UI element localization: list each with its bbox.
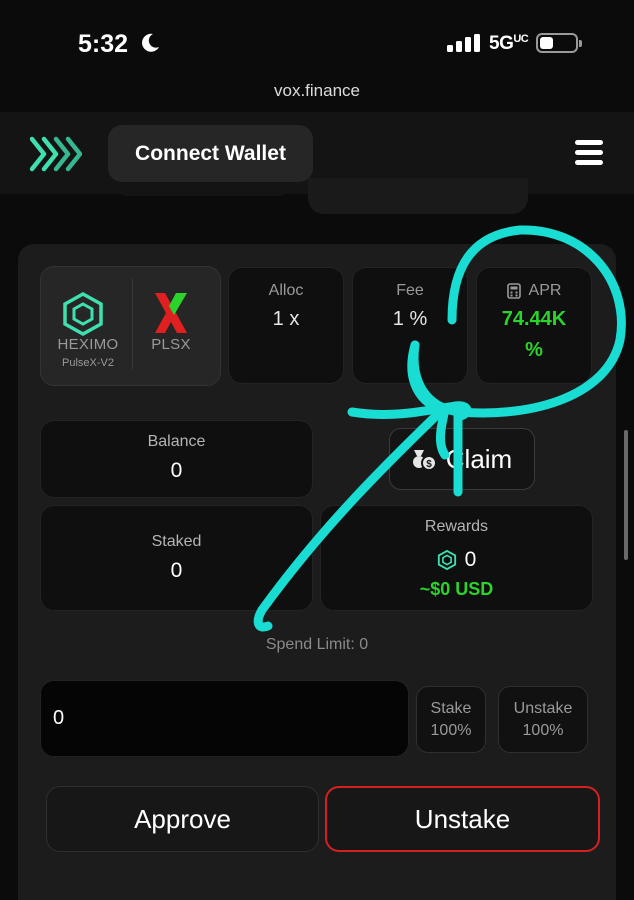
stake-100-button[interactable]: Stake 100% — [416, 686, 486, 753]
alloc-value: 1 x — [272, 308, 300, 330]
rewards-value: 0 — [464, 548, 477, 571]
balance-value: 0 — [170, 459, 183, 482]
signal-icon — [447, 34, 480, 52]
staked-label: Staked — [151, 533, 202, 550]
status-time: 5:32 — [78, 30, 129, 58]
apr-card[interactable]: APR 74.44K % — [476, 267, 592, 384]
alloc-label: Alloc — [268, 282, 304, 299]
token1-label: HEXIMO — [57, 336, 119, 353]
fee-card: Fee 1 % — [352, 267, 468, 384]
staked-card: Staked 0 — [40, 505, 313, 611]
apr-label: APR — [528, 282, 562, 299]
apr-value: 74.44K — [501, 308, 567, 330]
moon-icon — [142, 33, 159, 52]
hamburger-menu-icon[interactable] — [575, 140, 603, 166]
rewards-usd: ~$0 USD — [419, 579, 494, 599]
alloc-card: Alloc 1 x — [228, 267, 344, 384]
unstake-100-button[interactable]: Unstake 100% — [498, 686, 588, 753]
heximo-token-icon — [63, 292, 103, 336]
plsx-token-icon — [155, 293, 187, 333]
scrollbar[interactable] — [624, 430, 628, 560]
apr-percent: % — [525, 339, 543, 361]
spend-limit: Spend Limit: 0 — [265, 636, 369, 653]
fee-label: Fee — [396, 282, 424, 299]
rewards-card: Rewards 0 ~$0 USD — [320, 505, 593, 611]
unstake-button[interactable]: Unstake — [325, 786, 600, 852]
approve-button[interactable]: Approve — [46, 786, 319, 852]
token-pair-card: HEXIMO PulseX-V2 PLSX — [40, 266, 221, 386]
rewards-label: Rewards — [424, 518, 489, 535]
fee-value: 1 % — [392, 308, 428, 330]
claim-button[interactable]: $ Claim — [389, 428, 535, 490]
calculator-icon[interactable] — [506, 283, 521, 299]
balance-card: Balance 0 — [40, 420, 313, 498]
pair-divider — [132, 279, 133, 369]
balance-label: Balance — [147, 433, 206, 450]
staked-value: 0 — [170, 559, 183, 582]
svg-text:$: $ — [426, 459, 432, 470]
coins-icon: $ — [412, 450, 437, 471]
heximo-token-icon — [437, 550, 456, 570]
vox-logo-icon[interactable] — [30, 136, 82, 172]
amount-input[interactable] — [40, 680, 409, 757]
background-card — [308, 178, 528, 214]
address-bar[interactable]: vox.finance — [0, 81, 634, 101]
token2-label: PLSX — [151, 336, 191, 353]
claim-label: Claim — [445, 443, 513, 474]
token1-dex-label: PulseX-V2 — [62, 357, 114, 369]
battery-icon — [536, 33, 582, 53]
network-type: 5GUC — [489, 33, 529, 54]
connect-wallet-button[interactable]: Connect Wallet — [108, 125, 313, 182]
